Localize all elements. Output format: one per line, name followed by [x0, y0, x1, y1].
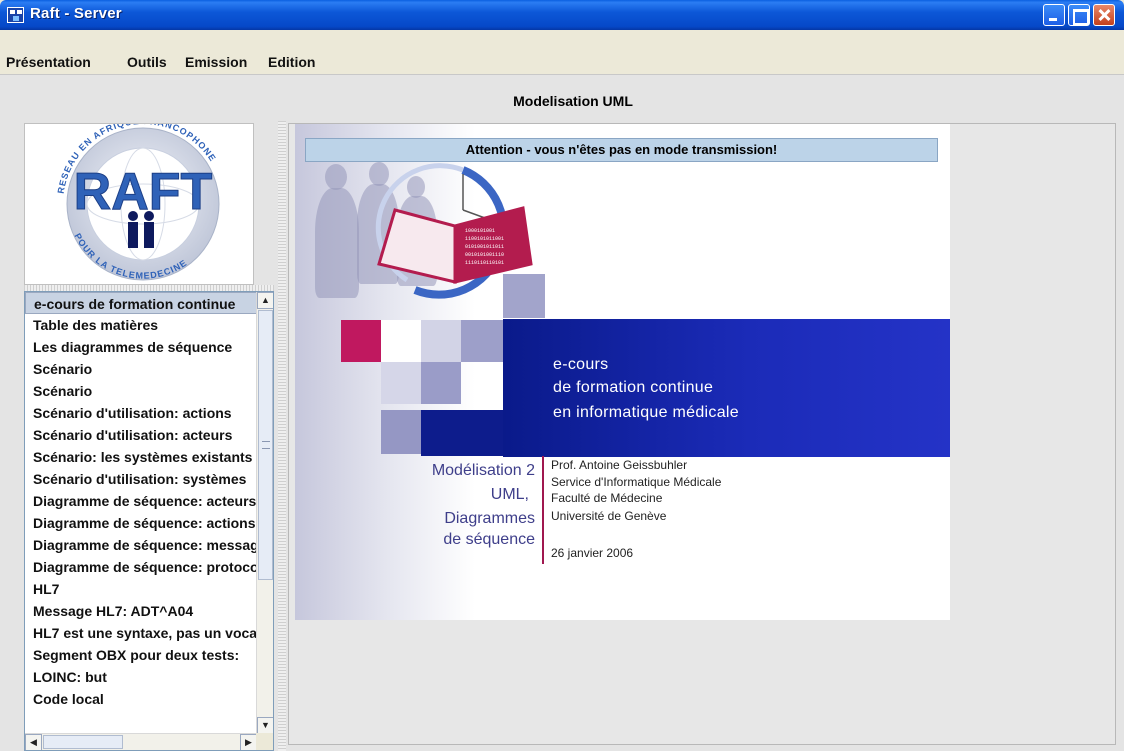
slide-list-item[interactable]: Code local	[25, 688, 257, 710]
slide-list-item[interactable]: Scénario	[25, 380, 257, 402]
square-tile	[381, 410, 421, 454]
square-tile	[421, 410, 503, 456]
square-tile	[381, 320, 421, 362]
course-line-2: de formation continue	[553, 379, 714, 396]
slide-canvas: Attention - vous n'êtes pas en mode tran…	[295, 124, 950, 620]
author-line-1: Prof. Antoine Geissbuhler	[551, 458, 688, 472]
slide-list-item[interactable]: HL7	[25, 578, 257, 600]
presentation-date: 26 janvier 2006	[551, 546, 634, 560]
vertical-splitter[interactable]	[278, 121, 286, 751]
book-binary-text: 1100101011001	[465, 236, 504, 242]
close-button[interactable]	[1093, 4, 1115, 26]
course-line-1: e-cours	[553, 356, 609, 373]
slide-list-item[interactable]: Table des matières	[25, 314, 257, 336]
window-titlebar[interactable]: Raft - Server	[0, 0, 1124, 30]
book-binary-text: 1000101001	[465, 228, 495, 234]
slide-list-item[interactable]: LOINC: but	[25, 666, 257, 688]
square-tile	[341, 320, 381, 362]
author-line-3: Faculté de Médecine	[551, 491, 663, 505]
module-line-2: UML,	[490, 486, 529, 503]
slide-list-item[interactable]: e-cours de formation continue	[25, 292, 257, 314]
slide-list-item[interactable]: Scénario d'utilisation: acteurs	[25, 424, 257, 446]
slide-list: e-cours de formation continue Table des m…	[24, 291, 274, 751]
raft-logo-panel: RAFT RESEAU EN AFRIQUE FRANCOPHONE POUR …	[24, 116, 254, 285]
slide-list-item[interactable]: Message HL7: ADT^A04	[25, 600, 257, 622]
horizontal-scroll-thumb[interactable]	[43, 735, 123, 749]
author-line-2: Service d'Informatique Médicale	[551, 475, 722, 489]
vertical-scrollbar[interactable]: ▲ ▼	[256, 292, 273, 734]
square-tile	[421, 362, 461, 404]
module-line-1: Modélisation 2	[431, 462, 535, 479]
menu-bar: Présentation Outils Emission Edition	[0, 30, 1124, 72]
menu-edition[interactable]: Edition	[268, 54, 315, 70]
main-area: Modelisation UML RAFT RESEAU EN AFRIQUE …	[0, 74, 1124, 751]
author-line-4: Université de Genève	[551, 509, 667, 523]
scroll-up-button[interactable]: ▲	[257, 292, 273, 309]
square-tile	[461, 320, 503, 362]
module-line-4: de séquence	[443, 531, 535, 548]
scroll-corner	[256, 733, 273, 750]
module-line-3: Diagrammes	[444, 510, 535, 527]
raft-logo: RAFT RESEAU EN AFRIQUE FRANCOPHONE POUR …	[56, 116, 220, 281]
slide-viewer: Attention - vous n'êtes pas en mode tran…	[288, 123, 1116, 745]
slide-list-item[interactable]: Les diagrammes de séquence	[25, 336, 257, 358]
slide-list-item[interactable]: Scénario d'utilisation: systèmes	[25, 468, 257, 490]
transmission-warning: Attention - vous n'êtes pas en mode tran…	[305, 138, 938, 162]
menu-outils[interactable]: Outils	[127, 54, 167, 70]
scroll-right-button[interactable]: ▶	[240, 734, 257, 750]
book-binary-text: 0010101001110	[465, 252, 504, 258]
maximize-button[interactable]	[1068, 4, 1090, 26]
app-icon	[7, 7, 24, 23]
slide-list-item[interactable]: Segment OBX pour deux tests:	[25, 644, 257, 666]
logo-text: RAFT	[74, 163, 213, 221]
slide-list-item[interactable]: Diagramme de séquence: actions	[25, 512, 257, 534]
slide-list-item[interactable]: Diagramme de séquence: protocole	[25, 556, 257, 578]
scroll-down-button[interactable]: ▼	[257, 717, 273, 734]
slide-list-item[interactable]: Diagramme de séquence: messages	[25, 534, 257, 556]
slide-list-items: e-cours de formation continue Table des m…	[25, 292, 273, 710]
vertical-scroll-thumb[interactable]	[258, 310, 273, 580]
vertical-accent-line	[542, 456, 544, 564]
square-tile	[381, 362, 421, 404]
square-tile	[421, 320, 461, 362]
horizontal-scrollbar[interactable]: ◀ ▶	[25, 733, 257, 750]
window-title: Raft - Server	[30, 5, 122, 22]
slide-list-item[interactable]: Scénario: les systèmes existants	[25, 446, 257, 468]
square-tile	[503, 274, 545, 318]
presentation-title: Modelisation UML	[513, 93, 633, 109]
minimize-button[interactable]	[1043, 4, 1065, 26]
menu-presentation[interactable]: Présentation	[6, 54, 91, 70]
slide-list-item[interactable]: HL7 est une syntaxe, pas un vocabulaire	[25, 622, 257, 644]
course-line-3: en informatique médicale	[553, 404, 739, 421]
menu-emission[interactable]: Emission	[185, 54, 247, 70]
scroll-left-button[interactable]: ◀	[25, 734, 42, 750]
slide-list-item[interactable]: Scénario	[25, 358, 257, 380]
book-binary-text: 1110110110101	[465, 260, 504, 266]
slide-list-item[interactable]: Diagramme de séquence: acteurs	[25, 490, 257, 512]
book-binary-text: 0101001011011	[465, 244, 504, 250]
slide-list-item[interactable]: Scénario d'utilisation: actions	[25, 402, 257, 424]
